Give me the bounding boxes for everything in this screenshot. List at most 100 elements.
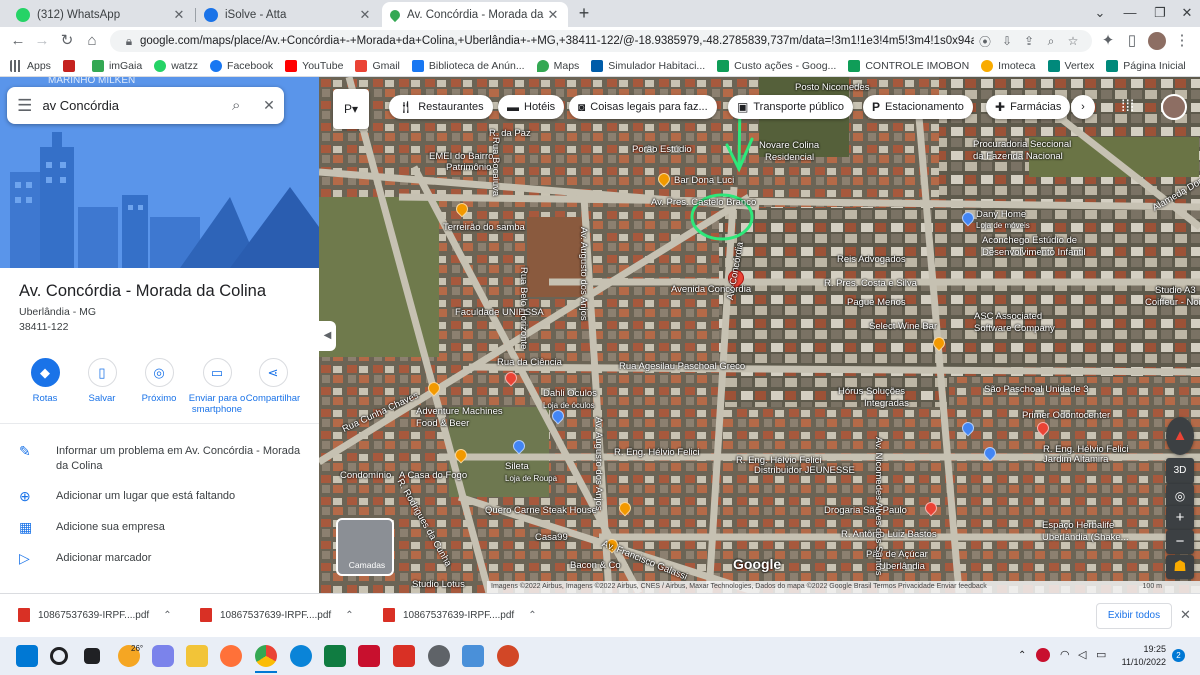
bookmark-folder[interactable] [62, 59, 80, 72]
teams-chat-icon[interactable] [152, 645, 174, 667]
chrome-icon[interactable] [255, 645, 277, 667]
chips-next-button[interactable]: › [1071, 95, 1095, 119]
bookmark-simulador[interactable]: Simulador Habitaci... [591, 59, 705, 72]
mcafee-icon[interactable] [358, 645, 380, 667]
download-item[interactable]: 10867537639-IRPF....pdf ⌃ [200, 608, 354, 622]
bookmark-imgaia[interactable]: imGaia [91, 59, 142, 72]
zoom-out-button[interactable]: − [1166, 530, 1194, 554]
task-view-icon[interactable] [84, 648, 100, 664]
action-label: Compartilhar [245, 393, 301, 404]
new-tab-button[interactable]: + [574, 3, 594, 23]
side-panel-icon[interactable]: ▯ [1122, 31, 1142, 51]
browser-menu-icon[interactable]: ⋮ [1172, 31, 1192, 51]
street-view-pegman-icon[interactable]: ☗ [1166, 555, 1194, 579]
notepad-icon[interactable] [462, 645, 484, 667]
chip-restaurants[interactable]: 🍴︎ Restaurantes [389, 95, 493, 119]
close-icon[interactable]: ✕ [546, 7, 560, 23]
maximize-button[interactable]: ❐ [1145, 3, 1175, 23]
report-problem-item[interactable]: ✎ Informar um problema em Av. Concórdia … [19, 444, 309, 474]
reload-button[interactable]: ↻ [57, 31, 77, 51]
extensions-icon[interactable]: ✦ [1098, 31, 1118, 51]
account-avatar[interactable] [1161, 94, 1187, 120]
wifi-icon[interactable]: ◠ [1060, 648, 1070, 661]
close-icon[interactable]: ✕ [172, 7, 186, 23]
home-button[interactable]: ⌂ [82, 31, 102, 51]
window-close-button[interactable]: ✕ [1172, 3, 1200, 23]
bookmark-watzz[interactable]: watzz [154, 59, 198, 72]
back-button[interactable]: ← [8, 31, 28, 51]
clock-date[interactable]: 11/10/2022 [1110, 657, 1166, 667]
start-icon[interactable] [16, 645, 38, 667]
add-missing-place-item[interactable]: ⊕ Adicionar um lugar que está faltando [19, 489, 235, 504]
close-icon[interactable]: ✕ [358, 7, 372, 23]
bookmark-maps[interactable]: Maps [536, 59, 579, 72]
download-item[interactable]: 10867537639-IRPF....pdf ⌃ [383, 608, 537, 622]
close-downloads-icon[interactable]: ✕ [1180, 607, 1191, 623]
acrobat-icon[interactable] [393, 645, 415, 667]
tab-search-button[interactable]: ⌄ [1085, 3, 1115, 23]
bookmark-gmail[interactable]: Gmail [355, 59, 400, 72]
firefox-icon[interactable] [220, 645, 242, 667]
chip-hotels[interactable]: ▬ Hotéis [498, 95, 565, 119]
bookmark-facebook[interactable]: Facebook [210, 59, 273, 72]
tab-isolve[interactable]: iSolve - Atta ✕ [196, 2, 380, 27]
bookmark-custo[interactable]: Custo ações - Goog... [717, 59, 836, 72]
excel-icon[interactable] [324, 645, 346, 667]
edge-icon[interactable] [290, 645, 312, 667]
location-icon[interactable]: ⦿ [974, 33, 996, 50]
3d-button[interactable]: 3D [1166, 458, 1194, 484]
show-all-downloads-button[interactable]: Exibir todos [1096, 603, 1172, 629]
battery-icon[interactable]: ▭ [1096, 648, 1106, 661]
zoom-in-button[interactable]: + [1166, 506, 1194, 530]
search-box[interactable]: ☰ ⌕ ✕ [7, 87, 284, 124]
chevron-up-icon[interactable]: ⌃ [163, 610, 171, 621]
address-bar[interactable]: 🔒︎ google.com/maps/place/Av.+Concórdia+-… [110, 30, 1092, 52]
profile-avatar[interactable] [1148, 32, 1166, 50]
add-label-item[interactable]: ▷ Adicionar marcador [19, 551, 151, 566]
chip-things-to-do[interactable]: ◙ Coisas legais para faz... [569, 95, 717, 119]
chevron-up-icon[interactable]: ⌃ [1018, 650, 1026, 661]
minimize-button[interactable]: — [1115, 3, 1145, 23]
chip-transit[interactable]: ▣ Transporte público [728, 95, 854, 119]
chevron-up-icon[interactable]: ⌃ [345, 610, 353, 621]
chip-pharmacies[interactable]: ✚ Farmácias [986, 95, 1071, 119]
powerpoint-icon[interactable] [497, 645, 519, 667]
bookmark-star-icon[interactable]: ☆ [1062, 34, 1084, 48]
add-business-item[interactable]: ▦ Adicione sua empresa [19, 520, 165, 535]
share-page-icon[interactable]: ⇪ [1018, 34, 1040, 48]
bookmark-youtube[interactable]: YouTube [285, 59, 343, 72]
clear-search-icon[interactable]: ✕ [254, 97, 284, 114]
bookmark-pagina-inicial[interactable]: Página Inicial [1106, 59, 1186, 72]
apps-grid-icon[interactable]: ⁞⁞⁞ [1121, 98, 1134, 116]
search-icon[interactable] [50, 647, 68, 665]
search-input[interactable] [42, 98, 219, 113]
volume-icon[interactable]: ◁ [1078, 648, 1086, 661]
compass-icon[interactable]: ▲ [1166, 417, 1194, 455]
tab-whatsapp[interactable]: (312) WhatsApp ✕ [8, 2, 194, 27]
my-location-icon[interactable]: ◎ [1166, 484, 1194, 508]
bookmark-vertex[interactable]: Vertex [1047, 59, 1094, 72]
bookmark-apps[interactable]: Apps [10, 59, 51, 72]
install-icon[interactable]: ⇩ [996, 34, 1018, 48]
zoom-icon[interactable]: ⌕ [1040, 34, 1062, 49]
tab-maps[interactable]: Av. Concórdia - Morada da Colin ✕ [382, 2, 568, 27]
bookmark-imoteca[interactable]: Imoteca [981, 59, 1036, 72]
share-button[interactable]: ⋖ Compartilhar [238, 358, 308, 404]
satellite-map[interactable]: P▾ 🍴︎ Restaurantes ▬ Hotéis ◙ Coisas legais… [319, 77, 1200, 593]
bookmark-controle[interactable]: CONTROLE IMOBON [848, 59, 969, 72]
notification-badge[interactable]: 2 [1172, 649, 1185, 662]
transport-mode-button[interactable]: P▾ [333, 89, 369, 129]
hamburger-menu-icon[interactable]: ☰ [7, 96, 42, 116]
mcafee-tray-icon[interactable] [1036, 648, 1050, 662]
settings-gear-icon[interactable] [428, 645, 450, 667]
collapse-panel-button[interactable]: ◀ [319, 321, 336, 351]
chip-parking[interactable]: P Estacionamento [863, 95, 973, 119]
bookmark-biblioteca[interactable]: Biblioteca de Anún... [411, 59, 525, 72]
download-item[interactable]: 10867537639-IRPF....pdf ⌃ [18, 608, 172, 622]
clock-time[interactable]: 19:25 [1110, 644, 1166, 654]
layers-button[interactable]: Camadas [336, 518, 394, 576]
search-icon[interactable]: ⌕ [218, 97, 253, 114]
chevron-up-icon[interactable]: ⌃ [528, 610, 536, 621]
file-explorer-icon[interactable] [186, 645, 208, 667]
forward-button[interactable]: → [32, 31, 52, 51]
